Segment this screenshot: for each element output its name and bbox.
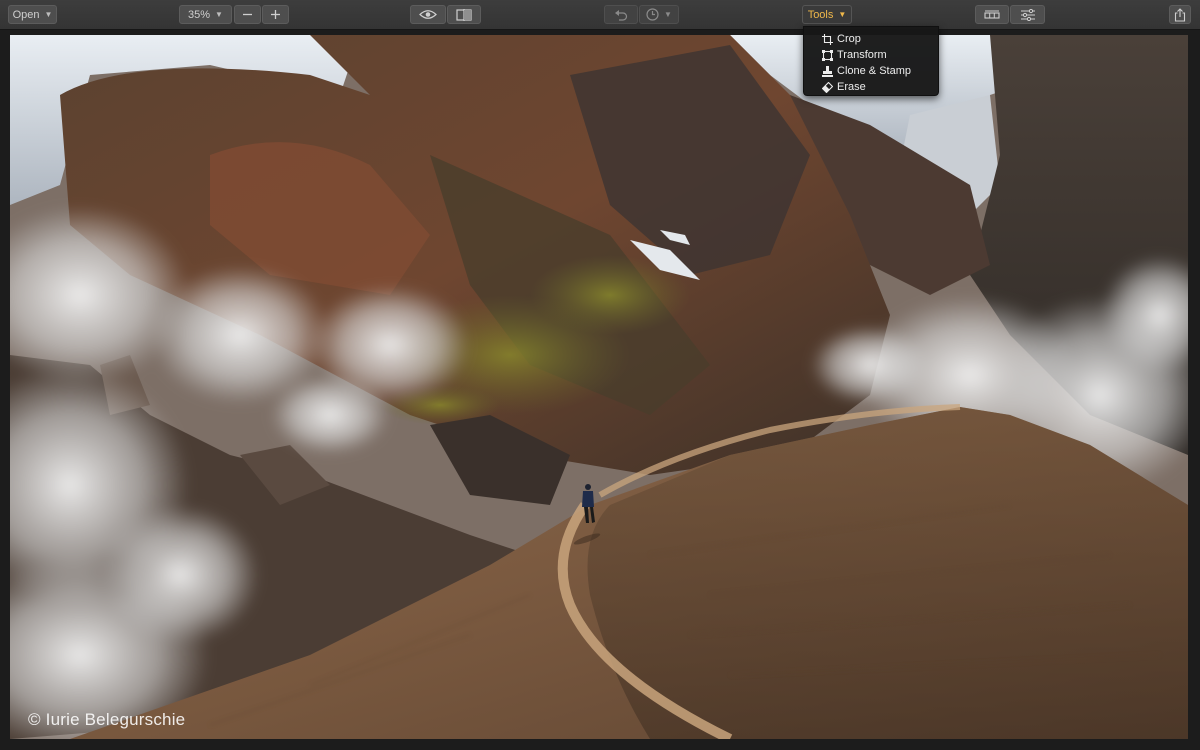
menu-item-label: Transform [837,49,887,61]
transform-icon [821,49,833,61]
menu-item-transform[interactable]: Transform [804,47,938,63]
share-icon [1174,7,1186,22]
eye-icon [419,10,437,19]
menu-item-crop[interactable]: Crop [804,31,938,47]
tools-button[interactable]: Tools ▼ [802,5,852,24]
minus-icon [243,13,252,16]
menu-item-label: Clone & Stamp [837,65,911,77]
eraser-icon [821,81,833,93]
undo-icon [615,9,628,21]
menu-item-label: Crop [837,33,861,45]
open-button[interactable]: Open ▼ [8,5,57,24]
undo-button[interactable] [604,5,638,24]
history-button[interactable]: ▼ [639,5,679,24]
top-toolbar: Open ▼ 35% ▼ ▼ Tools ▼ [0,0,1200,30]
crop-icon [821,33,833,45]
preview-button[interactable] [410,5,446,24]
tools-label: Tools [807,8,834,21]
compare-button[interactable] [447,5,481,24]
adjustments-button[interactable] [1010,5,1045,24]
stamp-icon [821,65,833,77]
chevron-down-icon: ▼ [215,10,223,19]
menu-item-label: Erase [837,81,866,93]
photo-watermark: © Iurie Belegurschie [28,710,186,729]
zoom-out-button[interactable] [234,5,261,24]
share-button[interactable] [1169,5,1191,24]
menu-item-erase[interactable]: Erase [804,79,938,95]
zoom-in-button[interactable] [262,5,289,24]
filmstrip-icon [984,10,1000,19]
zoom-value: 35% [188,8,211,21]
layers-button[interactable] [975,5,1009,24]
sliders-icon [1020,8,1035,21]
chevron-down-icon: ▼ [838,10,847,19]
chevron-down-icon: ▼ [664,10,672,19]
plus-icon [271,10,280,19]
chevron-down-icon: ▼ [44,10,53,19]
compare-icon [456,8,472,21]
menu-item-clone-stamp[interactable]: Clone & Stamp [804,63,938,79]
zoom-dropdown[interactable]: 35% ▼ [179,5,232,24]
clock-icon [646,8,659,21]
tools-menu: Crop Transform Clone & Stamp Erase [803,26,939,96]
open-label: Open [12,8,40,21]
photo-canvas[interactable]: © Iurie Belegurschie [10,35,1188,739]
landscape-photo [10,35,1188,739]
